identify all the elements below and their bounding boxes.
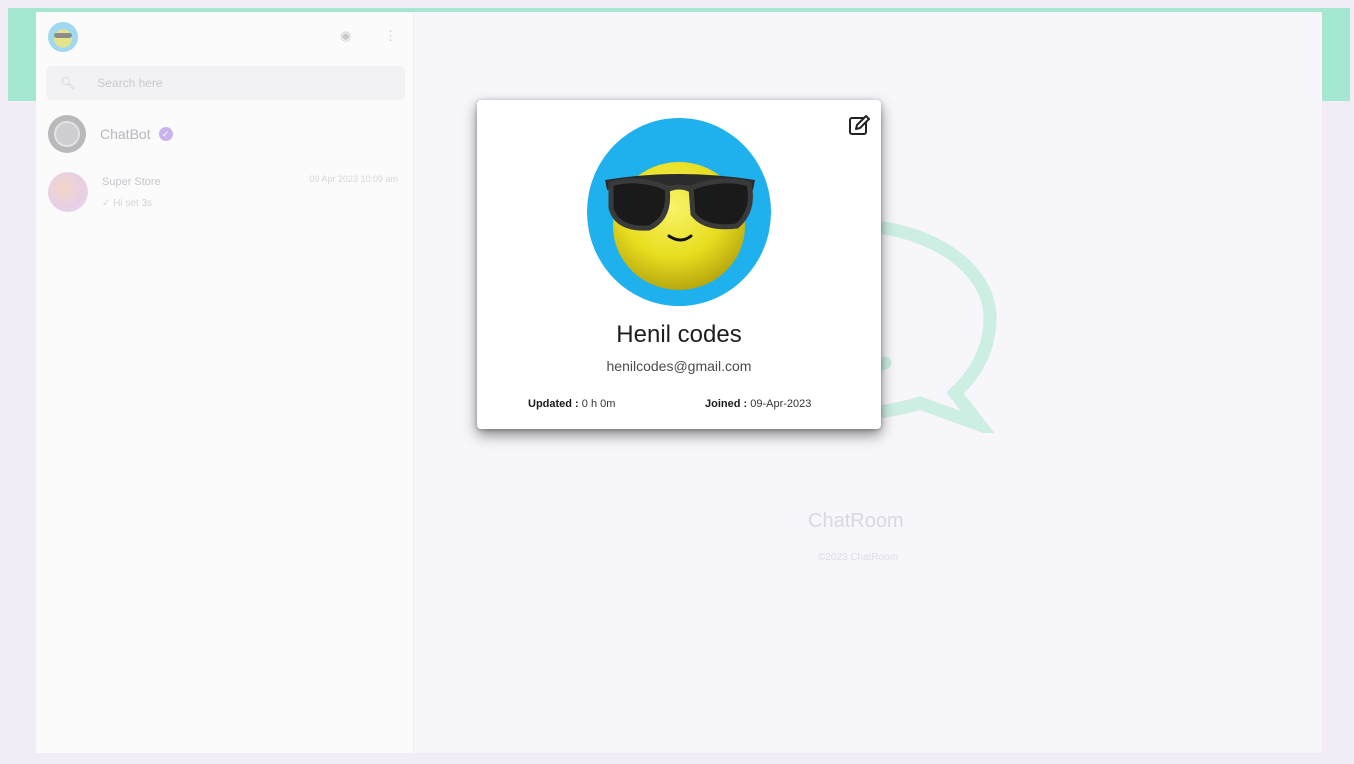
chatbot-avatar [48,115,86,153]
chat-item-super-store[interactable]: Super Store ✓ Hi set 3s 09 Apr 2023 10:0… [48,172,404,212]
edit-icon [849,115,870,135]
status-icon[interactable]: ◉ [340,28,351,44]
user-avatar[interactable] [48,22,78,52]
sunglasses-emoji-icon [605,162,755,290]
joined-label: Joined : [705,398,748,410]
chat-name: Super Store [102,175,161,188]
chatroom-title: ChatRoom [808,510,904,532]
verified-badge-icon: ✓ [158,127,173,141]
chat-name: ChatBot [100,126,151,142]
updated-label: Updated : [528,398,579,410]
chat-timestamp: 09 Apr 2023 10:09 am [309,174,398,184]
sidebar: ◉ ⋮ 🔍︎ ChatBot ✓ Super Store ✓ Hi set 3s… [36,12,414,753]
super-store-avatar [48,172,88,212]
updated-info: Updated : 0 h 0m [528,398,615,410]
chat-item-chatbot[interactable]: ChatBot ✓ [48,115,404,153]
search-icon: 🔍︎ [60,76,76,90]
search-input[interactable] [97,76,338,90]
joined-value: 09-Apr-2023 [747,398,812,410]
edit-profile-button[interactable] [847,114,871,138]
profile-avatar[interactable] [587,118,771,306]
more-icon[interactable]: ⋮ [384,28,397,44]
profile-card: Henil codes henilcodes@gmail.com Updated… [477,100,881,429]
sidebar-header: ◉ ⋮ [36,12,413,62]
updated-value: 0 h 0m [578,398,616,410]
chatroom-credit: ©2023 ChatRoom [818,552,899,563]
profile-name: Henil codes [616,321,742,348]
profile-email: henilcodes@gmail.com [606,358,752,374]
search-bar: 🔍︎ [46,66,405,100]
chat-last-message: ✓ Hi set 3s [102,197,153,209]
joined-info: Joined : 09-Apr-2023 [705,398,811,410]
